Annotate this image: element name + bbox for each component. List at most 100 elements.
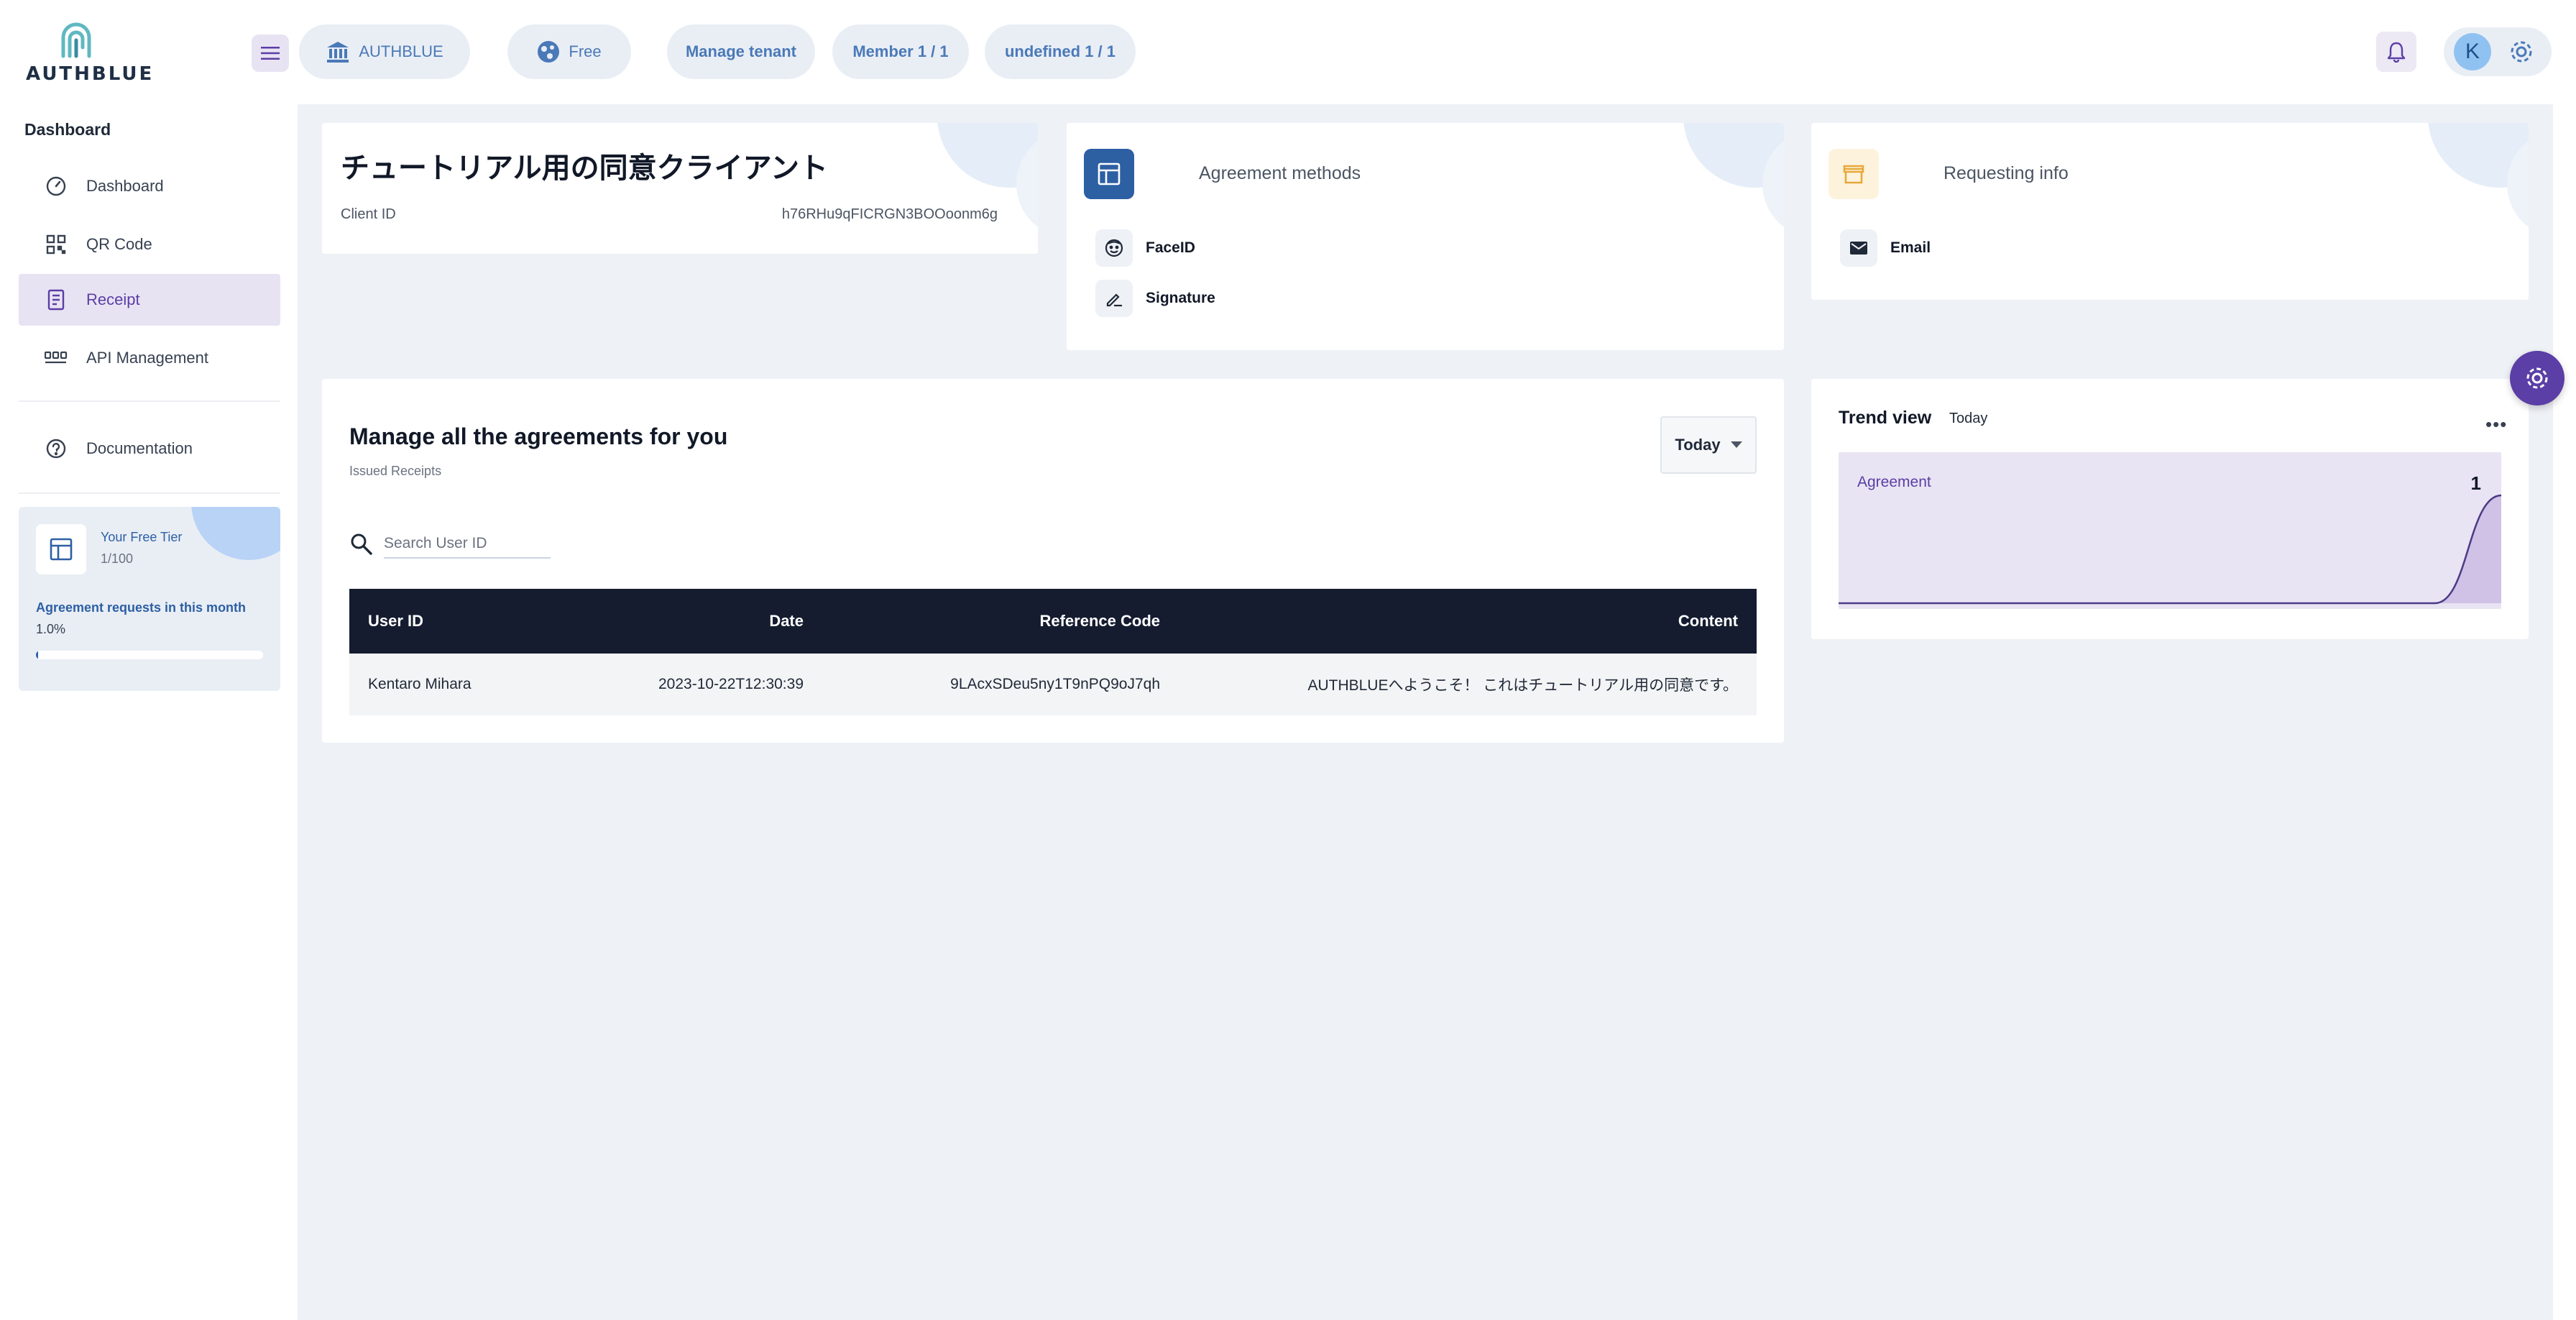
tier-usage-percent: 1.0% bbox=[36, 622, 66, 636]
avatar[interactable]: K bbox=[2454, 33, 2491, 70]
table-icon bbox=[1098, 162, 1121, 185]
brand-logo[interactable]: AUTHBLUE bbox=[26, 17, 155, 85]
tier-usage-label: Agreement requests in this month bbox=[36, 600, 247, 615]
sidebar: Dashboard Dashboard QR Code Receipt API … bbox=[0, 104, 298, 1320]
sidebar-item-receipt[interactable]: Receipt bbox=[19, 274, 280, 326]
cell-date: 2023-10-22T12:30:39 bbox=[658, 676, 804, 692]
page-title: チュートリアル用の同意クライアント bbox=[341, 152, 828, 185]
brand-name: AUTHBLUE bbox=[26, 63, 155, 85]
notifications-button[interactable] bbox=[2376, 32, 2416, 72]
trend-series-label: Agreement bbox=[1857, 474, 1931, 490]
method-item-faceid: FaceID bbox=[1095, 229, 1195, 267]
range-select[interactable]: Today bbox=[1660, 416, 1757, 474]
receipts-table: User ID Date Reference Code Content Kent… bbox=[349, 589, 1757, 715]
fingerprint-logo-icon bbox=[61, 22, 91, 58]
qr-code-icon bbox=[43, 232, 69, 257]
sidebar-item-label: Documentation bbox=[86, 439, 193, 457]
gear-icon[interactable] bbox=[2507, 37, 2536, 66]
mail-icon bbox=[1840, 229, 1877, 267]
trend-series-area bbox=[1839, 495, 2501, 603]
requesting-card-icon bbox=[1828, 149, 1879, 199]
sidebar-item-label: API Management bbox=[86, 349, 208, 367]
agreements-card: Manage all the agreements for you Issued… bbox=[322, 379, 1784, 743]
sidebar-item-qr-code[interactable]: QR Code bbox=[19, 219, 280, 270]
tenant-pill[interactable]: AUTHBLUE bbox=[299, 24, 470, 79]
manage-tenant-label: Manage tenant bbox=[685, 42, 797, 60]
trend-title: Trend view bbox=[1839, 408, 1932, 428]
sidebar-item-label: Dashboard bbox=[86, 177, 164, 195]
sidebar-item-label: QR Code bbox=[86, 235, 152, 253]
table-icon bbox=[50, 538, 73, 561]
gear-icon bbox=[2526, 367, 2548, 389]
column-header-reference-code[interactable]: Reference Code bbox=[804, 612, 1160, 631]
plan-pill-label: Free bbox=[569, 42, 602, 60]
member-count-pill[interactable]: Member 1 / 1 bbox=[832, 24, 969, 79]
sidebar-item-label: Receipt bbox=[86, 290, 140, 308]
requesting-card-title: Requesting info bbox=[1944, 163, 2069, 183]
cell-user-id: Kentaro Mihara bbox=[368, 676, 472, 692]
api-icon bbox=[43, 345, 69, 371]
tier-icon bbox=[36, 524, 86, 574]
search-icon bbox=[351, 533, 372, 555]
table-row[interactable]: Kentaro Mihara 2023-10-22T12:30:39 9LAcx… bbox=[349, 654, 1757, 715]
manage-tenant-pill[interactable]: Manage tenant bbox=[667, 24, 815, 79]
usage-count-label: undefined 1 / 1 bbox=[1004, 42, 1116, 60]
table-header: User ID Date Reference Code Content bbox=[349, 589, 1757, 654]
sidebar-item-api-management[interactable]: API Management bbox=[19, 332, 280, 384]
sidebar-heading: Dashboard bbox=[24, 120, 111, 139]
decorative-blob bbox=[191, 507, 280, 560]
bank-icon bbox=[327, 42, 349, 63]
tier-count: 1/100 bbox=[101, 551, 134, 566]
main-content: チュートリアル用の同意クライアント Client ID h76RHu9qFICR… bbox=[298, 104, 2553, 1320]
storefront-icon bbox=[1843, 165, 1864, 184]
requesting-label: Email bbox=[1890, 239, 1931, 256]
help-circle-icon bbox=[43, 436, 69, 462]
sidebar-item-documentation[interactable]: Documentation bbox=[19, 423, 280, 475]
client-id-label: Client ID bbox=[341, 206, 396, 222]
tier-title: Your Free Tier bbox=[101, 530, 183, 544]
tier-progress-fill bbox=[36, 651, 39, 659]
sidebar-divider bbox=[19, 400, 280, 402]
method-label: FaceID bbox=[1146, 239, 1195, 256]
requesting-info-card: Requesting info Email bbox=[1811, 123, 2529, 300]
trend-range[interactable]: Today bbox=[1949, 411, 1987, 427]
agreements-subtitle: Issued Receipts bbox=[349, 464, 442, 478]
trend-series-value: 1 bbox=[2470, 472, 2481, 494]
free-tier-card: Your Free Tier 1/100 Agreement requests … bbox=[19, 507, 280, 691]
face-icon bbox=[1095, 229, 1133, 267]
planet-icon bbox=[538, 41, 560, 63]
client-card: チュートリアル用の同意クライアント Client ID h76RHu9qFICR… bbox=[322, 123, 1038, 254]
trend-view-card: Trend view Today ••• Agreement 1 bbox=[1811, 379, 2529, 639]
top-bar: AUTHBLUE AUTHBLUE Free Manage tenant Mem… bbox=[0, 0, 2576, 104]
agreements-title: Manage all the agreements for you bbox=[349, 423, 728, 449]
menu-toggle-button[interactable] bbox=[252, 35, 289, 72]
floating-settings-button[interactable] bbox=[2510, 351, 2564, 405]
method-item-signature: Signature bbox=[1095, 280, 1215, 317]
usage-count-pill[interactable]: undefined 1 / 1 bbox=[985, 24, 1136, 79]
sidebar-divider bbox=[19, 492, 280, 494]
trend-series-line bbox=[1839, 494, 2501, 605]
trend-chart: Agreement 1 bbox=[1839, 452, 2501, 609]
cell-content: AUTHBLUEへようこそ！ これはチュートリアル用の同意です。 bbox=[1307, 677, 1738, 694]
agreement-methods-card: Agreement methods FaceID Signature bbox=[1067, 123, 1784, 350]
plan-pill[interactable]: Free bbox=[507, 24, 631, 79]
caret-down-icon bbox=[1730, 441, 1742, 448]
account-menu[interactable]: K bbox=[2444, 27, 2552, 76]
client-id-value[interactable]: h76RHu9qFICRGN3BOOoonm6g bbox=[782, 206, 998, 223]
speedometer-icon bbox=[43, 173, 69, 199]
search-input[interactable] bbox=[384, 530, 551, 559]
methods-card-icon bbox=[1084, 149, 1134, 199]
more-options-icon[interactable]: ••• bbox=[2485, 413, 2507, 436]
signature-icon bbox=[1095, 280, 1133, 317]
tier-progress-bar bbox=[36, 651, 263, 659]
column-header-date[interactable]: Date bbox=[555, 612, 804, 631]
member-count-label: Member 1 / 1 bbox=[852, 42, 949, 60]
hamburger-icon bbox=[261, 47, 280, 60]
bell-icon bbox=[2387, 42, 2406, 63]
column-header-content[interactable]: Content bbox=[1160, 612, 1757, 631]
column-header-user-id[interactable]: User ID bbox=[349, 612, 555, 631]
sidebar-item-dashboard[interactable]: Dashboard bbox=[19, 160, 280, 212]
requesting-item-email: Email bbox=[1840, 229, 1931, 267]
search-box bbox=[349, 530, 551, 559]
tenant-pill-label: AUTHBLUE bbox=[359, 42, 443, 60]
